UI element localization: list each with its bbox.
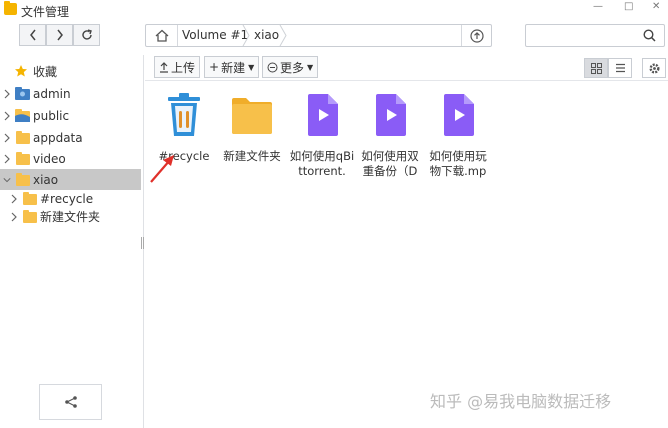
more-label: 更多 <box>280 60 305 75</box>
sidebar-item-label: xiao <box>33 172 59 187</box>
file-name: 如何使用双重备份（D <box>361 149 419 178</box>
sidebar-item-video[interactable]: video <box>0 148 141 169</box>
sidebar-item-public[interactable]: public <box>0 105 141 126</box>
sidebar-item-favorites[interactable]: 收藏 <box>0 61 141 82</box>
breadcrumb-separator-icon <box>242 25 250 46</box>
search-icon <box>642 29 656 42</box>
sidebar-item-appdata[interactable]: appdata <box>0 127 141 148</box>
file-item-new-folder[interactable]: 新建文件夹 <box>218 92 286 172</box>
chevron-down-icon <box>3 178 11 183</box>
chevron-right-icon <box>11 212 17 222</box>
search-box <box>525 24 665 47</box>
chevron-right-icon <box>56 29 63 41</box>
sidebar: 收藏 admin public appdata video xiao #recy… <box>0 55 144 428</box>
sidebar-item-xiao[interactable]: xiao <box>0 169 141 190</box>
breadcrumb-xiao[interactable]: xiao <box>250 25 279 46</box>
grid-view-button[interactable] <box>584 58 608 78</box>
refresh-icon <box>81 29 92 40</box>
video-file-icon <box>444 94 474 136</box>
window-titlebar: 文件管理 — □ ✕ <box>0 0 668 20</box>
arrow-up-circle-icon <box>469 28 484 43</box>
user-home-icon <box>15 87 30 100</box>
video-file-icon <box>376 94 406 136</box>
navigation-bar: Volume #1 xiao <box>0 20 668 50</box>
new-label: 新建 <box>221 60 246 75</box>
breadcrumb-volume[interactable]: Volume #1 <box>178 25 248 46</box>
refresh-button[interactable] <box>73 24 100 46</box>
folder-icon <box>23 192 37 205</box>
close-button[interactable]: ✕ <box>652 1 660 12</box>
settings-button[interactable] <box>642 58 666 78</box>
chevron-right-icon <box>4 133 10 143</box>
list-icon <box>615 63 625 73</box>
file-name: 新建文件夹 <box>223 149 281 163</box>
star-icon <box>15 65 27 77</box>
sidebar-item-admin[interactable]: admin <box>0 83 141 104</box>
home-button[interactable] <box>146 25 178 46</box>
caret-down-icon: ▼ <box>248 62 255 72</box>
file-item-video-2[interactable]: 如何使用双重备份（D <box>356 92 424 178</box>
sidebar-item-label: appdata <box>33 130 83 145</box>
sidebar-item-label: video <box>33 151 66 166</box>
toolbar: 上传 + 新建 ▼ 更多 ▼ <box>145 55 668 81</box>
public-folder-icon <box>15 109 30 122</box>
file-manager-app-icon <box>4 1 17 15</box>
file-item-video-3[interactable]: 如何使用玩物下载.mp <box>424 92 492 178</box>
search-input[interactable] <box>526 25 630 46</box>
folder-icon <box>16 131 30 144</box>
breadcrumb: Volume #1 xiao <box>145 24 492 47</box>
grid-icon <box>590 62 602 74</box>
gear-icon <box>649 63 659 73</box>
sidebar-item-label: 收藏 <box>33 65 58 79</box>
file-name: 如何使用玩物下载.mp <box>429 149 487 178</box>
folder-icon <box>16 152 30 165</box>
sidebar-item-label: public <box>33 108 70 123</box>
chevron-left-icon <box>29 29 36 41</box>
list-view-button[interactable] <box>608 58 632 78</box>
upload-icon <box>160 61 168 73</box>
minimize-button[interactable]: — <box>593 1 603 12</box>
video-file-icon <box>308 94 338 136</box>
upload-button[interactable]: 上传 <box>154 56 201 78</box>
more-button[interactable]: 更多 ▼ <box>262 56 319 78</box>
folder-icon <box>232 98 272 134</box>
share-button[interactable] <box>39 384 102 420</box>
forward-button[interactable] <box>46 24 73 46</box>
watermark: 知乎 @易我电脑数据迁移 <box>430 392 612 411</box>
sidebar-resize-handle[interactable] <box>141 237 144 249</box>
sidebar-item-label: 新建文件夹 <box>40 210 101 224</box>
go-up-button[interactable] <box>461 25 491 46</box>
caret-down-icon: ▼ <box>307 62 314 72</box>
annotation-arrow-icon <box>150 155 174 183</box>
chevron-right-icon <box>11 194 17 204</box>
maximize-button[interactable]: □ <box>624 1 633 12</box>
sidebar-item-label: admin <box>33 86 71 101</box>
sidebar-item-label: #recycle <box>40 191 94 206</box>
file-grid: #recycle 新建文件夹 如何使用qBittorrent. 如何使用双重备份… <box>145 82 668 428</box>
folder-icon <box>16 173 30 186</box>
share-icon <box>64 396 77 408</box>
file-name: 如何使用qBittorrent. <box>289 149 355 178</box>
home-icon <box>155 29 168 42</box>
upload-label: 上传 <box>171 60 196 75</box>
new-button[interactable]: + 新建 ▼ <box>204 56 260 78</box>
back-button[interactable] <box>19 24 46 46</box>
recycle-bin-icon <box>168 93 200 136</box>
chevron-right-icon <box>4 154 10 164</box>
breadcrumb-separator-icon <box>279 25 287 46</box>
search-button[interactable] <box>634 25 664 46</box>
plus-icon: + <box>209 60 220 74</box>
chevron-right-icon <box>4 89 10 99</box>
sidebar-item-new-folder[interactable]: 新建文件夹 <box>0 206 141 227</box>
window-title: 文件管理 <box>21 5 70 19</box>
chevron-right-icon <box>4 111 10 121</box>
folder-icon <box>23 210 37 223</box>
more-dots-icon <box>267 62 278 72</box>
file-item-video-1[interactable]: 如何使用qBittorrent. <box>288 92 356 178</box>
